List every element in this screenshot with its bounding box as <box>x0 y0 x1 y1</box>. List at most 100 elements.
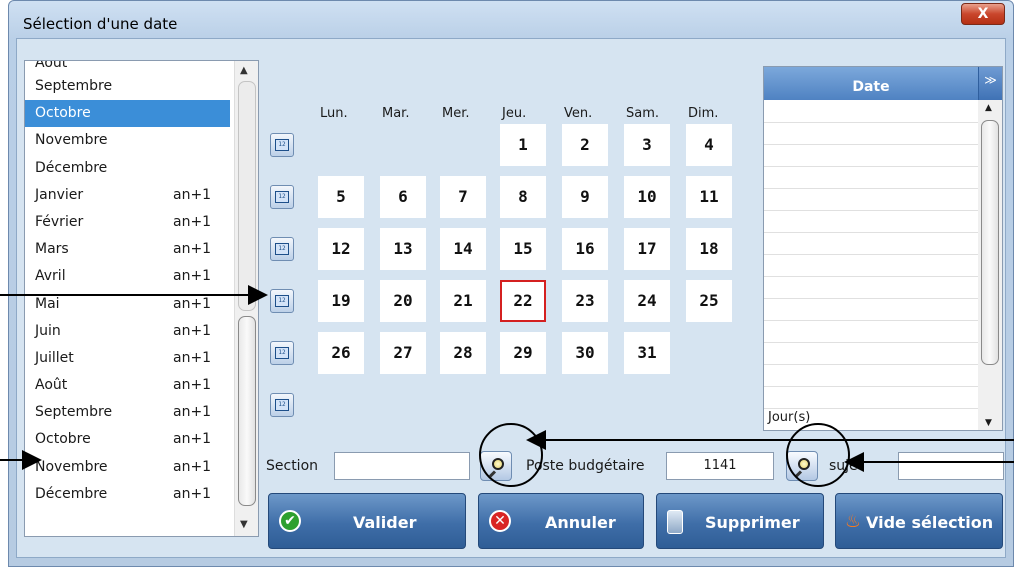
month-list-item[interactable]: Février an+1 <box>25 209 230 236</box>
calendar-day-today[interactable]: 22 <box>500 280 546 322</box>
calendar-day[interactable]: 7 <box>440 176 486 218</box>
column-menu-icon[interactable]: ≫ <box>978 67 1002 100</box>
month-list-item[interactable]: Juillet an+1 <box>25 345 230 372</box>
month-list-item[interactable]: Mars an+1 <box>25 236 230 263</box>
fire-icon: ♨ <box>844 510 862 532</box>
scroll-up-arrow-icon[interactable]: ▲ <box>240 65 248 76</box>
calendar-day[interactable]: 4 <box>686 124 732 166</box>
calendar-week-icon: 12 <box>275 347 289 359</box>
calendar-day[interactable]: 19 <box>318 280 364 322</box>
calendar-day[interactable]: 1 <box>500 124 546 166</box>
select-week-button[interactable]: 12 <box>270 237 294 261</box>
month-list: Août Septembre Octobre Novembre Décembre Janv… <box>24 60 259 537</box>
calendar-day[interactable]: 21 <box>440 280 486 322</box>
month-list-item[interactable]: Septembre an+1 <box>25 399 230 426</box>
supprimer-button[interactable]: Supprimer <box>656 493 824 549</box>
calendar-day[interactable]: 29 <box>500 332 546 374</box>
month-list-item[interactable]: Août an+1 <box>25 372 230 399</box>
month-list-item[interactable]: Octobre an+1 <box>25 426 230 453</box>
calendar-day[interactable]: 5 <box>318 176 364 218</box>
month-label: Octobre <box>35 431 91 448</box>
valider-button[interactable]: ✔ Valider <box>268 493 466 549</box>
month-list-item[interactable]: Novembre <box>25 127 230 154</box>
month-list-item[interactable]: Décembre an+1 <box>25 481 230 508</box>
calendar-day[interactable]: 31 <box>624 332 670 374</box>
calendar-day[interactable]: 6 <box>380 176 426 218</box>
scrollbar-track[interactable] <box>238 81 256 311</box>
calendar-day[interactable]: 10 <box>624 176 670 218</box>
month-list-item[interactable]: Juin an+1 <box>25 318 230 345</box>
annuler-label: Annuler <box>545 513 616 532</box>
vide-selection-button[interactable]: ♨ Vide sélection <box>835 493 1003 549</box>
select-week-button[interactable]: 12 <box>270 289 294 313</box>
calendar-day[interactable]: 14 <box>440 228 486 270</box>
month-list-item[interactable]: Mai an+1 <box>25 291 230 318</box>
magnifier-icon <box>488 458 504 478</box>
month-label: Février <box>35 213 84 230</box>
scroll-down-arrow-icon[interactable]: ▼ <box>240 519 248 530</box>
calendar-day[interactable]: 20 <box>380 280 426 322</box>
section-input[interactable] <box>334 452 470 480</box>
section-search-button[interactable] <box>480 451 512 481</box>
calendar-day[interactable]: 17 <box>624 228 670 270</box>
month-list-item[interactable]: Novembre an+1 <box>25 454 230 481</box>
select-week-button[interactable]: 12 <box>270 185 294 209</box>
date-row-divider <box>764 386 978 387</box>
weekday-header: Ven. <box>564 106 593 121</box>
select-week-button[interactable]: 12 <box>270 133 294 157</box>
scroll-up-arrow-icon[interactable]: ▲ <box>985 103 992 113</box>
calendar-day[interactable]: 28 <box>440 332 486 374</box>
date-row-divider <box>764 364 978 365</box>
calendar-day[interactable]: 8 <box>500 176 546 218</box>
select-week-button[interactable]: 12 <box>270 393 294 417</box>
days-count-label: Jour(s) <box>768 410 811 425</box>
scrollbar-thumb[interactable] <box>981 120 999 365</box>
month-list-item[interactable]: Avril an+1 <box>25 263 230 290</box>
close-button[interactable]: X <box>961 3 1005 25</box>
calendar-day[interactable]: 13 <box>380 228 426 270</box>
calendar-day[interactable]: 27 <box>380 332 426 374</box>
calendar-day[interactable]: 30 <box>562 332 608 374</box>
month-label: Novembre <box>35 132 108 149</box>
month-label: Mai <box>35 295 60 312</box>
month-label: Novembre <box>35 458 108 475</box>
magnifier-icon <box>794 458 810 478</box>
calendar-day[interactable]: 11 <box>686 176 732 218</box>
scrollbar-thumb[interactable] <box>238 316 256 506</box>
month-list-item[interactable]: Décembre <box>25 155 230 182</box>
calendar-day[interactable]: 9 <box>562 176 608 218</box>
calendar-day[interactable]: 3 <box>624 124 670 166</box>
weekday-header: Dim. <box>688 106 719 121</box>
annuler-button[interactable]: ✕ Annuler <box>478 493 644 549</box>
year-offset-label: an+1 <box>173 404 212 421</box>
month-list-scrollbar[interactable]: ▲ ▼ <box>234 61 258 536</box>
calendar-day[interactable]: 2 <box>562 124 608 166</box>
select-week-button[interactable]: 12 <box>270 341 294 365</box>
month-label: Juillet <box>35 349 74 366</box>
date-row-divider <box>764 276 978 277</box>
sujet-input[interactable] <box>898 452 1004 480</box>
date-row-divider <box>764 298 978 299</box>
month-list-item[interactable]: Janvier an+1 <box>25 182 230 209</box>
calendar-day[interactable]: 25 <box>686 280 732 322</box>
calendar-day[interactable]: 18 <box>686 228 732 270</box>
calendar-day[interactable]: 12 <box>318 228 364 270</box>
calendar-day[interactable]: 15 <box>500 228 546 270</box>
poste-search-button[interactable] <box>786 451 818 481</box>
checkmark-icon: ✔ <box>279 510 301 532</box>
date-column-header[interactable]: Date <box>764 67 978 100</box>
calendar-day[interactable]: 24 <box>624 280 670 322</box>
month-list-item[interactable]: Août <box>25 61 230 73</box>
date-row-divider <box>764 166 978 167</box>
sujet-label: sujet <box>829 458 864 474</box>
month-list-item[interactable]: Octobre <box>25 100 230 128</box>
year-offset-label: an+1 <box>173 241 212 258</box>
scroll-down-arrow-icon[interactable]: ▼ <box>985 418 992 428</box>
calendar-week-icon: 12 <box>275 139 289 151</box>
date-panel-scrollbar[interactable]: ▲ ▼ <box>978 100 1002 430</box>
month-list-item[interactable]: Septembre <box>25 73 230 100</box>
calendar-day[interactable]: 23 <box>562 280 608 322</box>
poste-budgetaire-input[interactable]: 1141 <box>666 452 774 480</box>
calendar-day[interactable]: 26 <box>318 332 364 374</box>
calendar-day[interactable]: 16 <box>562 228 608 270</box>
